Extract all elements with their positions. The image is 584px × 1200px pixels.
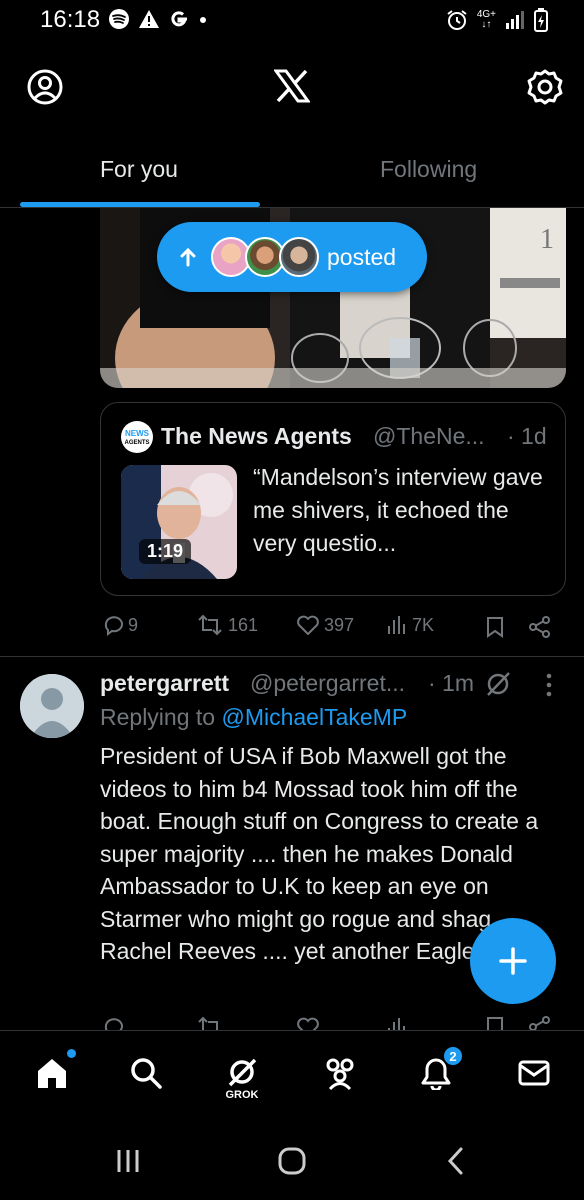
svg-text:1: 1: [540, 224, 554, 255]
heart-icon: [297, 615, 319, 635]
views-icon: [388, 616, 405, 634]
replying-to: Replying to @MichaelTakeMP: [100, 704, 407, 731]
nav-home[interactable]: [30, 1049, 76, 1095]
share-icon[interactable]: [528, 616, 552, 638]
settings-icon[interactable]: [526, 68, 564, 106]
top-app-bar: [0, 42, 584, 132]
new-posts-label: posted: [327, 243, 397, 270]
recent-apps-icon[interactable]: [115, 1148, 141, 1174]
svg-text:AGENTS: AGENTS: [124, 440, 149, 446]
arrow-up-icon: [180, 247, 196, 267]
new-posts-avatars: [211, 237, 319, 277]
replying-to-label: Replying to: [100, 704, 216, 730]
like-count: 397: [324, 614, 355, 635]
replying-to-mention[interactable]: @MichaelTakeMP: [221, 704, 407, 730]
more-options-icon[interactable]: [544, 672, 554, 698]
nav-messages[interactable]: [512, 1051, 556, 1095]
views-icon[interactable]: [386, 1016, 408, 1030]
warning-icon: [139, 10, 159, 28]
post-timestamp: · 1m: [428, 670, 474, 696]
search-icon: [131, 1058, 162, 1089]
system-navigation-bar: [0, 1122, 584, 1200]
grok-icon: [228, 1058, 257, 1087]
notifications-badge: 2: [442, 1045, 464, 1067]
repost-icon[interactable]: [196, 1016, 224, 1030]
plus-icon: [499, 947, 527, 975]
active-tab-indicator: [20, 202, 260, 207]
views-button[interactable]: 7K: [386, 614, 434, 636]
spotify-icon: [109, 9, 129, 29]
bottom-navigation: GROK 2: [0, 1030, 584, 1122]
grok-icon[interactable]: [484, 670, 512, 698]
signal-icon: [506, 11, 524, 29]
quoted-video-thumbnail[interactable]: 1:19: [121, 465, 237, 579]
home-icon: [38, 1059, 66, 1088]
quoted-author-handle: @TheNe...: [373, 423, 485, 449]
bookmark-icon[interactable]: [486, 1016, 504, 1030]
battery-icon: [534, 8, 548, 32]
google-icon: [171, 11, 187, 27]
dot-icon: [200, 17, 206, 23]
x-logo-icon[interactable]: [274, 69, 310, 103]
timeline-tabs: For you Following: [0, 132, 584, 208]
post-divider: [0, 656, 584, 657]
views-count: 7K: [412, 614, 435, 635]
new-posts-pill[interactable]: posted: [157, 222, 427, 292]
network-type: 4G+ ↓↑: [476, 9, 496, 30]
reply-icon: [104, 616, 123, 636]
communities-icon: [326, 1058, 354, 1090]
nav-communities[interactable]: [318, 1051, 362, 1095]
like-button[interactable]: 397: [296, 614, 354, 636]
nav-search[interactable]: [124, 1051, 168, 1095]
quoted-author-name[interactable]: The News Agents: [161, 423, 352, 450]
reply-button[interactable]: 9: [102, 614, 138, 636]
home-button-icon[interactable]: [277, 1146, 307, 1176]
avatar: [279, 237, 319, 277]
post-action-bar: 9 161 397 7K: [100, 614, 566, 644]
repost-count: 161: [228, 614, 259, 635]
quoted-post-text: “Mandelson’s interview gave me shivers, …: [253, 464, 543, 556]
quoted-timestamp: · 1d: [507, 423, 547, 449]
repost-button[interactable]: 161: [196, 614, 258, 636]
video-duration: 1:19: [139, 539, 192, 564]
status-bar: 16:18 4G+ ↓↑: [0, 0, 584, 42]
profile-icon[interactable]: [26, 68, 64, 106]
repost-icon: [198, 614, 222, 636]
avatar[interactable]: [20, 674, 84, 738]
tab-for-you[interactable]: For you: [100, 156, 178, 183]
news-agents-logo: NEWS AGENTS: [121, 421, 153, 453]
author-handle: @petergarret...: [250, 670, 406, 696]
status-time: 16:18: [40, 6, 101, 33]
bookmark-icon[interactable]: [486, 616, 504, 638]
share-icon[interactable]: [528, 1016, 552, 1030]
reply-count: 9: [128, 614, 139, 635]
back-icon[interactable]: [444, 1146, 466, 1176]
heart-icon[interactable]: [296, 1016, 320, 1030]
alarm-icon: [447, 10, 467, 30]
home-unread-dot: [67, 1049, 76, 1058]
author-name[interactable]: petergarrett: [100, 670, 229, 697]
reply-icon[interactable]: [102, 1016, 124, 1030]
tab-following[interactable]: Following: [380, 156, 477, 183]
svg-text:NEWS: NEWS: [125, 429, 150, 438]
quoted-post[interactable]: NEWS AGENTS The News Agents @TheNe... · 1…: [100, 402, 566, 596]
mail-icon: [518, 1060, 550, 1086]
post-action-bar: [100, 1014, 566, 1030]
compose-button[interactable]: [470, 918, 556, 1004]
grok-label: GROK: [225, 1089, 259, 1101]
nav-notifications[interactable]: 2: [414, 1045, 464, 1095]
